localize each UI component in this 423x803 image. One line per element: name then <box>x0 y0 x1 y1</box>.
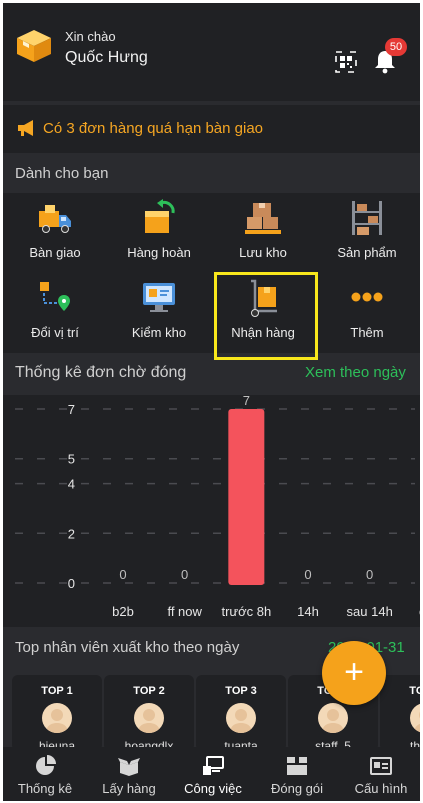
pie-chart-icon <box>36 755 56 775</box>
staff-rank: TOP 3 <box>225 685 257 697</box>
bar-value-label: 0 <box>119 567 126 582</box>
greeting-text: Xin chào <box>65 29 116 44</box>
megaphone-icon <box>18 120 33 136</box>
y-tick-label: 0 <box>68 576 75 591</box>
package-icon <box>287 757 307 775</box>
tile-label: Thêm <box>350 325 384 340</box>
avatar <box>134 703 164 733</box>
nav-label: Công việc <box>184 781 242 796</box>
view-by-day-link[interactable]: Xem theo ngày <box>305 364 406 381</box>
y-tick-label: 7 <box>68 402 75 417</box>
staff-card[interactable]: TOP 3 tuanta <box>196 675 286 753</box>
avatar <box>410 703 420 733</box>
tile-hang-hoan[interactable]: Hàng hoàn <box>107 193 211 271</box>
y-tick-label: 2 <box>68 526 75 541</box>
tile-label: Đổi vị trí <box>31 325 79 340</box>
tile-kiem-kho[interactable]: Kiểm kho <box>107 273 211 351</box>
nav-dong-goi[interactable]: Đóng gói <box>255 747 339 801</box>
truck-icon <box>39 205 71 233</box>
tile-label: Bàn giao <box>29 245 81 260</box>
nav-lay-hang[interactable]: Lấy hàng <box>87 747 171 801</box>
nav-cau-hinh[interactable]: Cấu hình <box>339 747 420 801</box>
nav-label: Lấy hàng <box>102 781 156 796</box>
tile-label: Sản phẩm <box>337 245 397 260</box>
person-icon <box>322 709 344 733</box>
chart-svg: 754200b2b0ff now7trước 8h014h0sau 14h0om… <box>15 395 420 619</box>
bar-chart: 754200b2b0ff now7trước 8h014h0sau 14h0om… <box>3 395 420 627</box>
person-icon <box>46 709 68 733</box>
logo-box-icon <box>17 30 51 62</box>
tile-them[interactable]: Thêm <box>315 273 419 351</box>
stats-title: Thống kê đơn chờ đóng <box>15 364 187 381</box>
for-you-title: Dành cho bạn <box>15 165 109 182</box>
bar-value-label: 0 <box>181 567 188 582</box>
person-icon <box>138 709 160 733</box>
tile-luu-kho[interactable]: Lưu kho <box>211 193 315 271</box>
y-tick-label: 4 <box>68 477 75 492</box>
add-fab-button[interactable]: + <box>322 641 386 705</box>
staff-card[interactable]: TOP 1 hieuna <box>12 675 102 753</box>
bar[interactable] <box>228 409 265 585</box>
x-tick-label: oms <box>419 604 420 619</box>
monitor-check-icon <box>143 283 175 312</box>
nav-label: Thống kê <box>17 781 73 796</box>
staff-rank: TOP 2 <box>133 685 165 697</box>
nav-label: Cấu hình <box>354 781 408 796</box>
id-card-icon <box>370 757 392 775</box>
qr-scan-icon[interactable] <box>335 51 357 73</box>
avatar <box>226 703 256 733</box>
overdue-alert[interactable]: Có 3 đơn hàng quá hạn bàn giao <box>3 105 420 153</box>
user-name: Quốc Hưng <box>65 49 148 66</box>
header: Xin chào Quốc Hưng 50 <box>3 3 420 101</box>
highlight-box <box>214 272 318 360</box>
person-icon <box>414 711 420 733</box>
x-tick-label: trước 8h <box>221 604 271 619</box>
top-staff-title: Top nhân viên xuất kho theo ngày <box>15 639 240 656</box>
staff-rank: TOP 1 <box>41 685 73 697</box>
x-tick-label: sau 14h <box>347 604 393 619</box>
workstation-icon <box>203 756 224 775</box>
shelf-icon <box>352 201 382 235</box>
alert-text: Có 3 đơn hàng quá hạn bàn giao <box>43 120 264 137</box>
more-dots-icon <box>351 292 383 302</box>
tile-doi-vi-tri[interactable]: Đổi vị trí <box>3 273 107 351</box>
tile-ban-giao[interactable]: Bàn giao <box>3 193 107 271</box>
avatar <box>42 703 72 733</box>
tile-san-pham[interactable]: Sản phẩm <box>315 193 419 271</box>
person-icon <box>230 709 252 733</box>
route-pin-icon <box>40 282 70 311</box>
x-tick-label: 14h <box>297 604 319 619</box>
app-screen: Xin chào Quốc Hưng 50 Có 3 đơn hàng quá … <box>3 3 420 801</box>
staff-card[interactable]: TOP 2 hoangdlx <box>104 675 194 753</box>
avatar <box>318 703 348 733</box>
for-you-grid: Bàn giao Hàng hoàn Lưu kho Sản phẩm Đổi … <box>3 193 420 353</box>
tile-label: Kiểm kho <box>131 325 187 340</box>
x-tick-label: ff now <box>167 604 202 619</box>
bar-value-label: 0 <box>304 567 311 582</box>
x-tick-label: b2b <box>112 604 134 619</box>
bar-value-label: 0 <box>366 567 373 582</box>
return-box-icon <box>145 199 175 233</box>
staff-rank: TOP 5 <box>409 685 420 697</box>
nav-cong-viec[interactable]: Công việc <box>171 747 255 801</box>
nav-label: Đóng gói <box>270 781 324 796</box>
notification-badge: 50 <box>385 38 407 56</box>
staff-card[interactable]: TOP 5 thuan <box>380 675 420 751</box>
tile-label: Lưu kho <box>239 245 287 260</box>
nav-thong-ke[interactable]: Thống kê <box>3 747 87 801</box>
tile-label: Hàng hoàn <box>127 245 191 260</box>
open-box-icon <box>118 758 140 776</box>
pallet-boxes-icon <box>245 203 281 234</box>
bottom-nav: Thống kê Lấy hàng Công việc Đóng gói Cấu… <box>3 747 420 801</box>
bar-value-label: 7 <box>243 395 250 408</box>
y-tick-label: 5 <box>68 452 75 467</box>
